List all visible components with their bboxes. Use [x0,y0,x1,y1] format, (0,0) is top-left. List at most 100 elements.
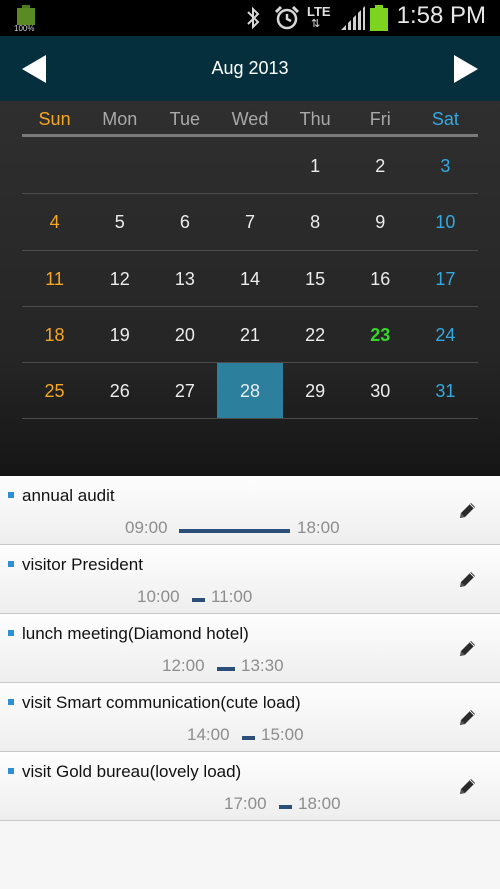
pencil-icon[interactable] [456,776,478,798]
battery-percent-label: 100% [14,24,35,33]
day-cell[interactable]: 20 [152,307,217,362]
event-item[interactable]: visit Gold bureau(lovely load) 17:00 18:00 [0,752,500,821]
battery-icon [370,5,388,31]
empty-day-cell [87,138,152,193]
event-item[interactable]: visitor President 10:00 11:00 [0,545,500,614]
weekday-label: Tue [169,109,201,129]
alarm-clock-icon [274,5,300,30]
day-cell[interactable]: 16 [348,251,413,306]
event-title: visit Gold bureau(lovely load) [22,762,242,781]
event-start-time: 14:00 [187,725,230,744]
event-timeline: 14:00 15:00 [0,725,500,749]
day-cell[interactable]: 7 [217,194,282,249]
event-end-time: 18:00 [297,518,340,537]
selected-day-cell[interactable]: 28 [217,363,283,419]
calendar-week-row: 25 26 27 28 29 30 31 [22,363,478,420]
weekday-label: Sat [431,109,459,129]
event-duration-bar [242,736,255,740]
weekday-label: Wed [231,109,269,129]
event-timeline: 12:00 13:30 [0,656,500,680]
weekday-label: Fri [369,109,391,129]
day-cell[interactable]: 11 [22,251,87,306]
next-month-button[interactable] [440,44,490,94]
status-bar: 100% LTE ⇅ 1:58 PM [0,0,500,36]
event-start-time: 10:00 [137,587,180,606]
event-timeline: 17:00 18:00 [0,794,500,818]
calendar-week-row: 123 [22,138,478,195]
event-end-time: 15:00 [261,725,304,744]
event-timeline: 09:00 18:00 [0,518,500,542]
event-title: visitor President [22,555,143,574]
day-cell[interactable]: 18 [22,307,87,362]
day-cell[interactable]: 25 [22,363,87,418]
day-cell[interactable]: 17 [413,251,478,306]
day-cell[interactable]: 14 [217,251,282,306]
event-title: visit Smart communication(cute load) [22,693,301,712]
day-cell[interactable]: 10 [413,194,478,249]
event-marker-icon [8,561,14,567]
event-start-time: 09:00 [125,518,168,537]
event-start-time: 12:00 [162,656,205,675]
event-start-time: 17:00 [224,794,267,813]
day-cell[interactable]: 27 [152,363,217,418]
event-end-time: 11:00 [211,587,253,606]
day-cell[interactable]: 12 [87,251,152,306]
day-cell[interactable]: 19 [87,307,152,362]
weekday-label: Mon [102,109,138,129]
pencil-icon[interactable] [456,569,478,591]
event-item[interactable]: visit Smart communication(cute load) 14:0… [0,683,500,752]
today-day-cell[interactable]: 23 [348,307,413,362]
day-cell[interactable]: 22 [283,307,348,362]
event-end-time: 13:30 [241,656,284,675]
day-cell[interactable]: 4 [22,194,87,249]
status-clock: 1:58 PM [396,2,486,29]
day-cell[interactable]: 24 [413,307,478,362]
calendar-week-row: 11 12 13 14 15 16 17 [22,251,478,307]
data-activity-arrows: ⇅ [311,18,321,30]
lte-indicator: LTE ⇅ [306,3,334,33]
day-cell[interactable]: 8 [283,194,348,249]
pencil-icon[interactable] [456,638,478,660]
day-grid: 1 2 3 4 5 6 7 8 9 10 11 12 13 14 15 16 17 18 19 20 21 22 23 24 2… [22,138,478,420]
event-marker-icon [8,699,14,705]
day-cell[interactable]: 3 [413,138,478,193]
event-marker-icon [8,768,14,774]
bluetooth-icon [247,6,260,30]
previous-month-button[interactable] [10,44,60,94]
event-item[interactable]: lunch meeting(Diamond hotel) 12:00 13:30 [0,614,500,683]
event-duration-bar [179,529,290,533]
empty-day-cell [22,138,87,193]
day-cell[interactable]: 31 [413,363,478,418]
day-cell[interactable]: 21 [217,307,282,362]
day-cell[interactable]: 6 [152,194,217,249]
event-item[interactable]: annual audit 09:00 18:00 [0,476,500,545]
day-cell[interactable]: 13 [152,251,217,306]
weekday-label: Sun [38,109,71,129]
day-cell[interactable]: 2 [348,138,413,193]
pencil-icon[interactable] [456,707,478,729]
calendar-week-row: 4 5 6 7 8 9 10 [22,194,478,251]
pencil-icon[interactable] [456,500,478,522]
signal-strength-icon [341,6,365,30]
event-marker-icon [8,492,14,498]
triangle-right-icon [454,55,478,83]
month-header: Aug 2013 [0,36,500,101]
day-cell[interactable]: 9 [348,194,413,249]
empty-day-cell [152,138,217,193]
day-cell[interactable]: 5 [87,194,152,249]
day-cell[interactable]: 15 [283,251,348,306]
battery-full-icon: 100% [14,5,38,33]
month-title: Aug 2013 [211,58,289,78]
event-title: annual audit [22,486,115,505]
day-cell[interactable]: 29 [283,363,348,418]
event-duration-bar [279,805,292,809]
day-cell[interactable]: 26 [87,363,152,418]
day-cell[interactable]: 1 [283,138,348,193]
event-title: lunch meeting(Diamond hotel) [22,624,249,643]
event-marker-icon [8,630,14,636]
event-timeline: 10:00 11:00 [0,587,500,611]
month-calendar: Sun Mon Tue Wed Thu Fri Sat 1 2 3 4 5 6 7 8 9 10 1… [0,101,500,476]
day-cell[interactable]: 30 [348,363,413,418]
weekday-label: Thu [299,109,331,129]
empty-day-cell [217,138,282,193]
